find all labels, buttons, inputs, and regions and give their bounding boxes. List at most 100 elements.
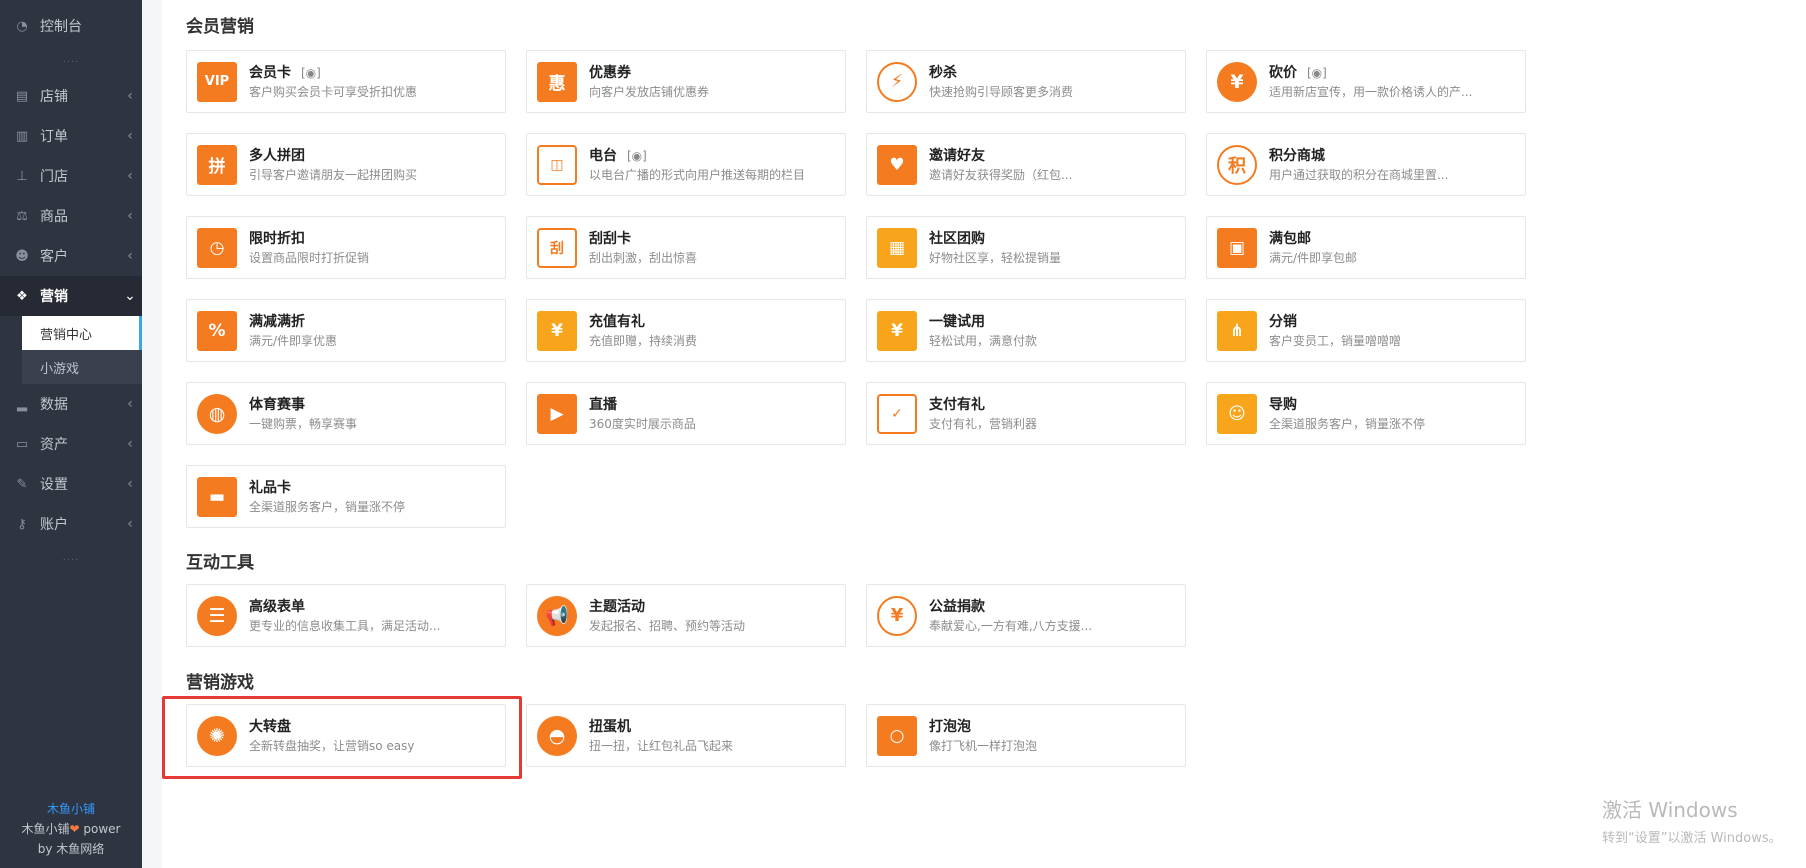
card-title-text: 充值有礼 xyxy=(589,313,645,330)
users-icon: ☻ xyxy=(15,248,29,264)
card-title: 主题活动 xyxy=(589,597,745,617)
card-description: 充值即赠，持续消费 xyxy=(589,333,698,348)
marketing-tool-card[interactable]: ☰ 高级表单 更专业的信息收集工具，满足活动... xyxy=(186,584,506,647)
marketing-tool-card[interactable]: ▬ 礼品卡 全渠道服务客户，销量涨不停 xyxy=(186,465,506,528)
card-description: 一键购票，畅享赛事 xyxy=(249,416,358,431)
card-title-text: 一键试用 xyxy=(929,313,985,330)
marketing-tool-card[interactable]: ✓ 支付有礼 支付有礼，营销利器 xyxy=(866,382,1186,445)
marketing-tool-card[interactable]: ¥ 充值有礼充值即赠，持续消费 xyxy=(526,299,846,362)
card-text: 打泡泡 像打飞机一样打泡泡 xyxy=(929,717,1037,755)
sidebar-subitem-mini-games[interactable]: 小游戏 xyxy=(22,350,142,384)
marketing-tool-card[interactable]: ◫ 电台 [◉] 以电台广播的形式向用户推送每期的栏目 xyxy=(526,133,846,196)
sidebar-item-label: 客户 xyxy=(40,249,68,265)
chevron-left-icon: ‹ xyxy=(127,88,133,104)
brand-name[interactable]: 木鱼小铺 xyxy=(0,800,142,817)
marketing-tool-card[interactable]: % 满减满折满元/件即享优惠 xyxy=(186,299,506,362)
sidebar-item-customers[interactable]: ☻ 客户 ‹ xyxy=(0,236,142,276)
marketing-tool-card[interactable]: ◓ 扭蛋机 扭一扭，让红包礼品飞起来 xyxy=(526,704,846,767)
marketing-tool-card[interactable]: ¥ 一键试用 轻松试用，满意付款 xyxy=(866,299,1186,362)
marketing-tool-card[interactable]: 拼多人拼团 引导客户邀请朋友一起拼团购买 xyxy=(186,133,506,196)
card-title: 分销 xyxy=(1269,312,1401,332)
sidebar-item-account[interactable]: ⚷ 账户 ‹ xyxy=(0,504,142,544)
card-title-text: 礼品卡 xyxy=(249,479,291,496)
card-description: 引导客户邀请朋友一起拼团购买 xyxy=(249,167,418,182)
marketing-tool-card[interactable]: ☺ 导购 全渠道服务客户，销量涨不停 xyxy=(1206,382,1526,445)
card-text: 刮刮卡 刮出刺激，刮出惊喜 xyxy=(589,229,697,267)
bargain-icon: ¥ xyxy=(1217,61,1257,102)
marketing-tool-card[interactable]: ▦ 社区团购 好物社区享，轻松提销量 xyxy=(866,216,1186,279)
card-description: 设置商品限时打折促销 xyxy=(249,250,370,265)
card-description: 向客户发放店铺优惠券 xyxy=(589,84,710,99)
marketing-tool-card[interactable]: 刮刮刮卡 刮出刺激，刮出惊喜 xyxy=(526,216,846,279)
card-text: 社区团购 好物社区享，轻松提销量 xyxy=(929,229,1061,267)
eye-icon[interactable]: [◉] xyxy=(1307,63,1327,83)
card-text: 礼品卡 全渠道服务客户，销量涨不停 xyxy=(249,478,405,516)
card-title-text: 导购 xyxy=(1269,396,1297,413)
card-description: 扭一扭，让红包礼品飞起来 xyxy=(589,738,734,753)
chevron-left-icon: ‹ xyxy=(127,128,133,144)
coupon-icon: 惠 xyxy=(537,61,577,102)
sidebar-item-assets[interactable]: ▭ 资产 ‹ xyxy=(0,424,142,464)
card-description: 发起报名、招聘、预约等活动 xyxy=(589,618,746,633)
sidebar-item-products[interactable]: ⚖ 商品 ‹ xyxy=(0,196,142,236)
card-text: 电台 [◉] 以电台广播的形式向用户推送每期的栏目 xyxy=(589,146,805,184)
card-title-text: 直播 xyxy=(589,396,617,413)
marketing-tool-card[interactable]: ⋔ 分销 客户变员工，销量噌噌噌 xyxy=(1206,299,1526,362)
marketing-tool-card[interactable]: ▣ 满包邮 满元/件即享包邮 xyxy=(1206,216,1526,279)
card-description: 满元/件即享优惠 xyxy=(249,333,338,348)
card-title: 会员卡 [◉] xyxy=(249,63,417,83)
card-title: 电台 [◉] xyxy=(589,146,805,166)
sidebar-item-shop[interactable]: ▤ 店铺 ‹ xyxy=(0,76,142,116)
card-title-text: 扭蛋机 xyxy=(589,718,631,735)
percent-icon: % xyxy=(197,310,237,351)
marketing-tool-card[interactable]: ¥ 公益捐款 奉献爱心,一方有难,八方支援... xyxy=(866,584,1186,647)
card-title-text: 公益捐款 xyxy=(929,598,985,615)
marketing-tool-card[interactable]: 积积分商城 用户通过获取的积分在商城里置... xyxy=(1206,133,1526,196)
marketing-tool-card[interactable]: ◷ 限时折扣 设置商品限时打折促销 xyxy=(186,216,506,279)
card-title-text: 满减满折 xyxy=(249,313,305,330)
card-description: 邀请好友获得奖励（红包... xyxy=(929,167,1073,182)
card-text: 优惠券 向客户发放店铺优惠券 xyxy=(589,63,709,101)
bubble-icon: ○ xyxy=(877,715,917,756)
marketing-tool-card[interactable]: ♥ 邀请好友 邀请好友获得奖励（红包... xyxy=(866,133,1186,196)
payment-check-icon: ✓ xyxy=(877,393,917,434)
basketball-icon: ◍ xyxy=(197,393,237,434)
card-title-text: 刮刮卡 xyxy=(589,230,631,247)
sidebar-subitem-marketing-center[interactable]: 营销中心 xyxy=(22,316,142,350)
shop-icon: ▤ xyxy=(15,88,29,104)
package-icon: ▣ xyxy=(1217,227,1257,268)
marketing-tool-card[interactable]: 惠优惠券 向客户发放店铺优惠券 xyxy=(526,50,846,113)
marketing-tool-card[interactable]: ◍ 体育赛事 一键购票，畅享赛事 xyxy=(186,382,506,445)
money-bag-icon: ¥ xyxy=(537,310,577,351)
sidebar-item-stores[interactable]: ⊥ 门店 ‹ xyxy=(0,156,142,196)
points-icon: 积 xyxy=(1217,144,1257,185)
building-icon: ▦ xyxy=(877,227,917,268)
marketing-tool-card[interactable]: ⚡ 秒杀 快速抢购引导顾客更多消费 xyxy=(866,50,1186,113)
card-description: 适用新店宣传，用一款价格诱人的产... xyxy=(1269,84,1473,99)
card-title-text: 多人拼团 xyxy=(249,147,305,164)
card-title: 高级表单 xyxy=(249,597,440,617)
marketing-tool-card[interactable]: ▶ 直播 360度实时展示商品 xyxy=(526,382,846,445)
eye-icon[interactable]: [◉] xyxy=(627,146,647,166)
megaphone-icon: 📢 xyxy=(537,595,577,636)
card-title-text: 邀请好友 xyxy=(929,147,985,164)
card-description: 360度实时展示商品 xyxy=(589,416,696,431)
selection-highlight xyxy=(162,696,522,779)
eye-icon[interactable]: [◉] xyxy=(301,63,321,83)
sidebar-item-settings[interactable]: ✎ 设置 ‹ xyxy=(0,464,142,504)
card-title: 秒杀 xyxy=(929,63,1073,83)
sidebar-item-marketing[interactable]: ❖ 营销 ⌄ xyxy=(0,276,142,316)
sidebar-item-orders[interactable]: ▥ 订单 ‹ xyxy=(0,116,142,156)
card-title: 支付有礼 xyxy=(929,395,1037,415)
sidebar-item-data[interactable]: ▂ 数据 ‹ xyxy=(0,384,142,424)
sidebar-item-dashboard[interactable]: ◔ 控制台 xyxy=(0,6,142,46)
marketing-tool-card[interactable]: 📢 主题活动 发起报名、招聘、预约等活动 xyxy=(526,584,846,647)
card-description: 轻松试用，满意付款 xyxy=(929,333,1038,348)
sidebar-item-label: 数据 xyxy=(40,397,68,413)
marketing-tool-card[interactable]: VIP 会员卡 [◉] 客户购买会员卡可享受折扣优惠 xyxy=(186,50,506,113)
live-tv-icon: ▶ xyxy=(537,393,577,434)
card-title: 扭蛋机 xyxy=(589,717,733,737)
marketing-tool-card[interactable]: ○ 打泡泡 像打飞机一样打泡泡 xyxy=(866,704,1186,767)
marketing-tool-card[interactable]: ¥ 砍价 [◉] 适用新店宣传，用一款价格诱人的产... xyxy=(1206,50,1526,113)
card-text: 邀请好友邀请好友获得奖励（红包... xyxy=(929,146,1072,184)
